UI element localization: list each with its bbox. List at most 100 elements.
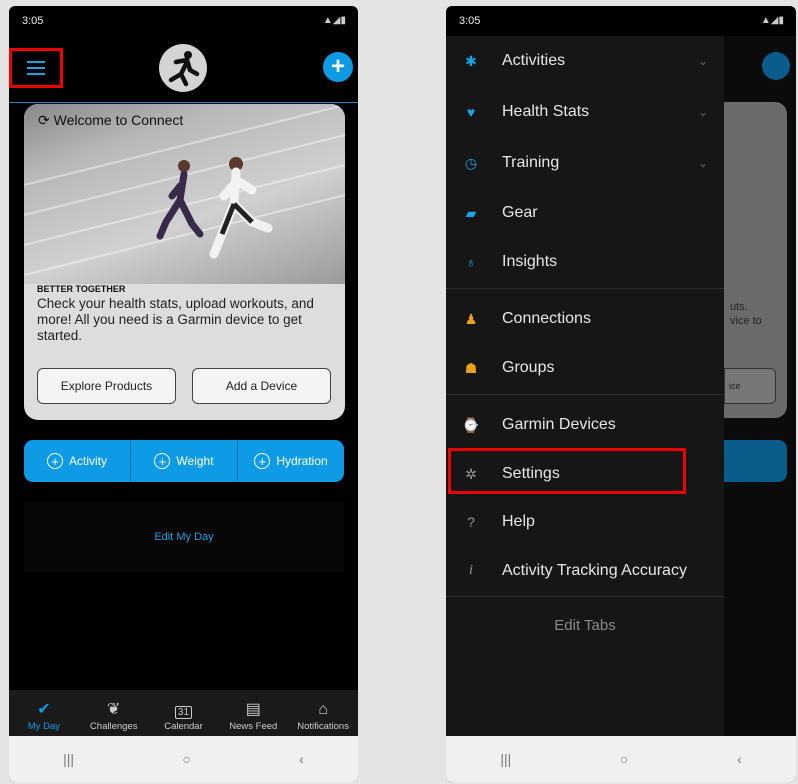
dimmed-home-content: uts. vice to ice <box>724 36 796 736</box>
home-icon[interactable]: ○ <box>620 751 628 767</box>
recent-apps-icon[interactable]: ||| <box>63 751 74 767</box>
tab-my-day[interactable]: ✔ My Day <box>9 690 79 736</box>
menu-item-activity-tracking-accuracy[interactable]: i Activity Tracking Accuracy <box>446 556 724 586</box>
watch-icon: ⌚ <box>462 416 480 433</box>
add-button[interactable]: + <box>323 52 353 82</box>
menu-item-insights[interactable]: ♁ Insights <box>446 247 724 277</box>
status-time: 3:05 <box>22 15 44 27</box>
menu-divider <box>446 394 724 395</box>
eyebrow-text: BETTER TOGETHER <box>37 284 126 294</box>
chevron-down-icon: ⌄ <box>697 156 708 170</box>
runners-photo <box>24 104 345 284</box>
add-weight-button[interactable]: + Weight <box>131 440 238 482</box>
add-button-dimmed <box>762 52 790 80</box>
tab-label: Challenges <box>89 721 138 732</box>
menu-item-label: Garmin Devices <box>502 416 616 433</box>
activities-icon: ✱ <box>465 52 477 69</box>
quick-action-label: Weight <box>176 454 214 468</box>
add-activity-button[interactable]: + Activity <box>24 440 131 482</box>
menu-item-label: Health Stats <box>502 103 590 120</box>
system-nav-bar: ||| ○ ‹ <box>9 736 358 782</box>
back-icon[interactable]: ‹ <box>737 751 742 767</box>
menu-item-training[interactable]: ◷ Training ⌄ <box>446 148 724 178</box>
plus-circle-icon: + <box>46 453 63 469</box>
welcome-title: ⟳ Welcome to Connect <box>38 112 184 128</box>
welcome-card: ⟳ Welcome to Connect BETTER TOGETHER Che… <box>24 104 345 420</box>
app-bar: + <box>9 36 358 103</box>
menu-item-label: Groups <box>502 359 555 376</box>
checkmark-icon: ✔ <box>37 701 51 718</box>
shoe-icon: ▰ <box>465 204 477 221</box>
plus-circle-icon: + <box>154 453 171 469</box>
recent-apps-icon[interactable]: ||| <box>500 751 511 767</box>
edit-my-day-link[interactable]: Edit My Day <box>24 502 344 572</box>
people-icon: ♟ <box>464 310 478 327</box>
signal-icon: ▲◢▮ <box>322 15 346 26</box>
runner-logo-icon[interactable] <box>159 44 207 92</box>
laurel-icon: ❦ <box>106 701 121 718</box>
quickbar-dimmed <box>724 440 787 482</box>
system-nav-bar: ||| ○ ‹ <box>446 736 796 782</box>
tab-news-feed[interactable]: ▤ News Feed <box>218 690 288 736</box>
menu-item-garmin-devices[interactable]: ⌚ Garmin Devices <box>446 410 724 440</box>
phone-menu-screen: 3:05 ▲◢▮ uts. vice to ice ✱ Activities ⌄ ♥ H… <box>446 6 796 782</box>
home-icon[interactable]: ○ <box>182 751 190 767</box>
menu-item-label: Insights <box>502 253 558 270</box>
bottom-nav: ✔ My Day ❦ Challenges 31 Calendar ▤ News Fee… <box>9 690 358 736</box>
plus-circle-icon: + <box>254 453 271 469</box>
hamburger-icon <box>27 61 45 75</box>
settings-highlight-box <box>448 448 686 494</box>
menu-item-label: Help <box>502 513 535 530</box>
calendar-icon: 31 <box>174 706 193 719</box>
explore-products-button[interactable]: Explore Products <box>37 368 176 404</box>
tab-challenges[interactable]: ❦ Challenges <box>79 690 149 736</box>
chevron-down-icon: ⌄ <box>697 54 708 68</box>
edit-tabs-link[interactable]: Edit Tabs <box>446 617 724 634</box>
welcome-text: Welcome to Connect <box>53 112 184 128</box>
menu-item-label: Activities <box>502 52 566 69</box>
menu-item-activities[interactable]: ✱ Activities ⌄ <box>446 46 724 76</box>
button-dimmed: ice <box>724 368 776 404</box>
phone-home-screen: 3:05 ▲◢▮ + ⟳ Welcome to Connect BETTER T… <box>9 6 358 782</box>
lightbulb-icon: ♁ <box>465 254 477 270</box>
card-text-dimmed: uts. vice to <box>730 301 762 327</box>
menu-item-label: Connections <box>502 310 591 327</box>
menu-item-label: Activity Tracking Accuracy <box>502 562 687 579</box>
status-bar: 3:05 ▲◢▮ <box>9 6 358 36</box>
menu-divider <box>446 596 724 597</box>
back-icon[interactable]: ‹ <box>299 751 304 767</box>
quick-actions-bar: + Activity + Weight + Hydration <box>24 440 344 482</box>
menu-item-label: Gear <box>502 204 538 221</box>
menu-item-gear[interactable]: ▰ Gear <box>446 198 724 228</box>
tab-calendar[interactable]: 31 Calendar <box>149 690 219 736</box>
inbox-icon: ⌂ <box>318 701 328 718</box>
menu-item-label: Training <box>502 154 560 171</box>
quick-action-label: Activity <box>68 454 107 468</box>
group-icon: ☗ <box>464 359 478 376</box>
heart-icon: ♥ <box>466 104 476 120</box>
menu-item-connections[interactable]: ♟ Connections <box>446 304 724 334</box>
tab-label: Calendar <box>164 721 203 732</box>
status-bar: 3:05 ▲◢▮ <box>446 6 796 36</box>
tab-label: My Day <box>27 721 60 732</box>
chevron-down-icon: ⌄ <box>697 105 708 119</box>
hamburger-menu-button[interactable] <box>9 48 63 88</box>
add-hydration-button[interactable]: + Hydration <box>238 440 344 482</box>
add-device-button[interactable]: Add a Device <box>192 368 331 404</box>
menu-divider <box>446 288 724 289</box>
tab-label: Notifications <box>297 721 349 732</box>
status-time: 3:05 <box>459 15 481 27</box>
menu-item-groups[interactable]: ☗ Groups <box>446 353 724 383</box>
stopwatch-icon: ◷ <box>464 154 478 171</box>
newspaper-icon: ▤ <box>245 701 261 718</box>
tab-notifications[interactable]: ⌂ Notifications <box>288 690 358 736</box>
navigation-drawer: ✱ Activities ⌄ ♥ Health Stats ⌄ ◷ Training ⌄ ▰… <box>446 36 724 736</box>
card-body-text: Check your health stats, upload workouts… <box>37 296 314 343</box>
signal-icon: ▲◢▮ <box>760 15 784 26</box>
info-icon: i <box>469 563 473 578</box>
question-icon: ? <box>467 514 475 530</box>
tab-label: News Feed <box>229 721 278 732</box>
quick-action-label: Hydration <box>276 454 328 468</box>
menu-item-help[interactable]: ? Help <box>446 507 724 537</box>
menu-item-health-stats[interactable]: ♥ Health Stats ⌄ <box>446 97 724 127</box>
